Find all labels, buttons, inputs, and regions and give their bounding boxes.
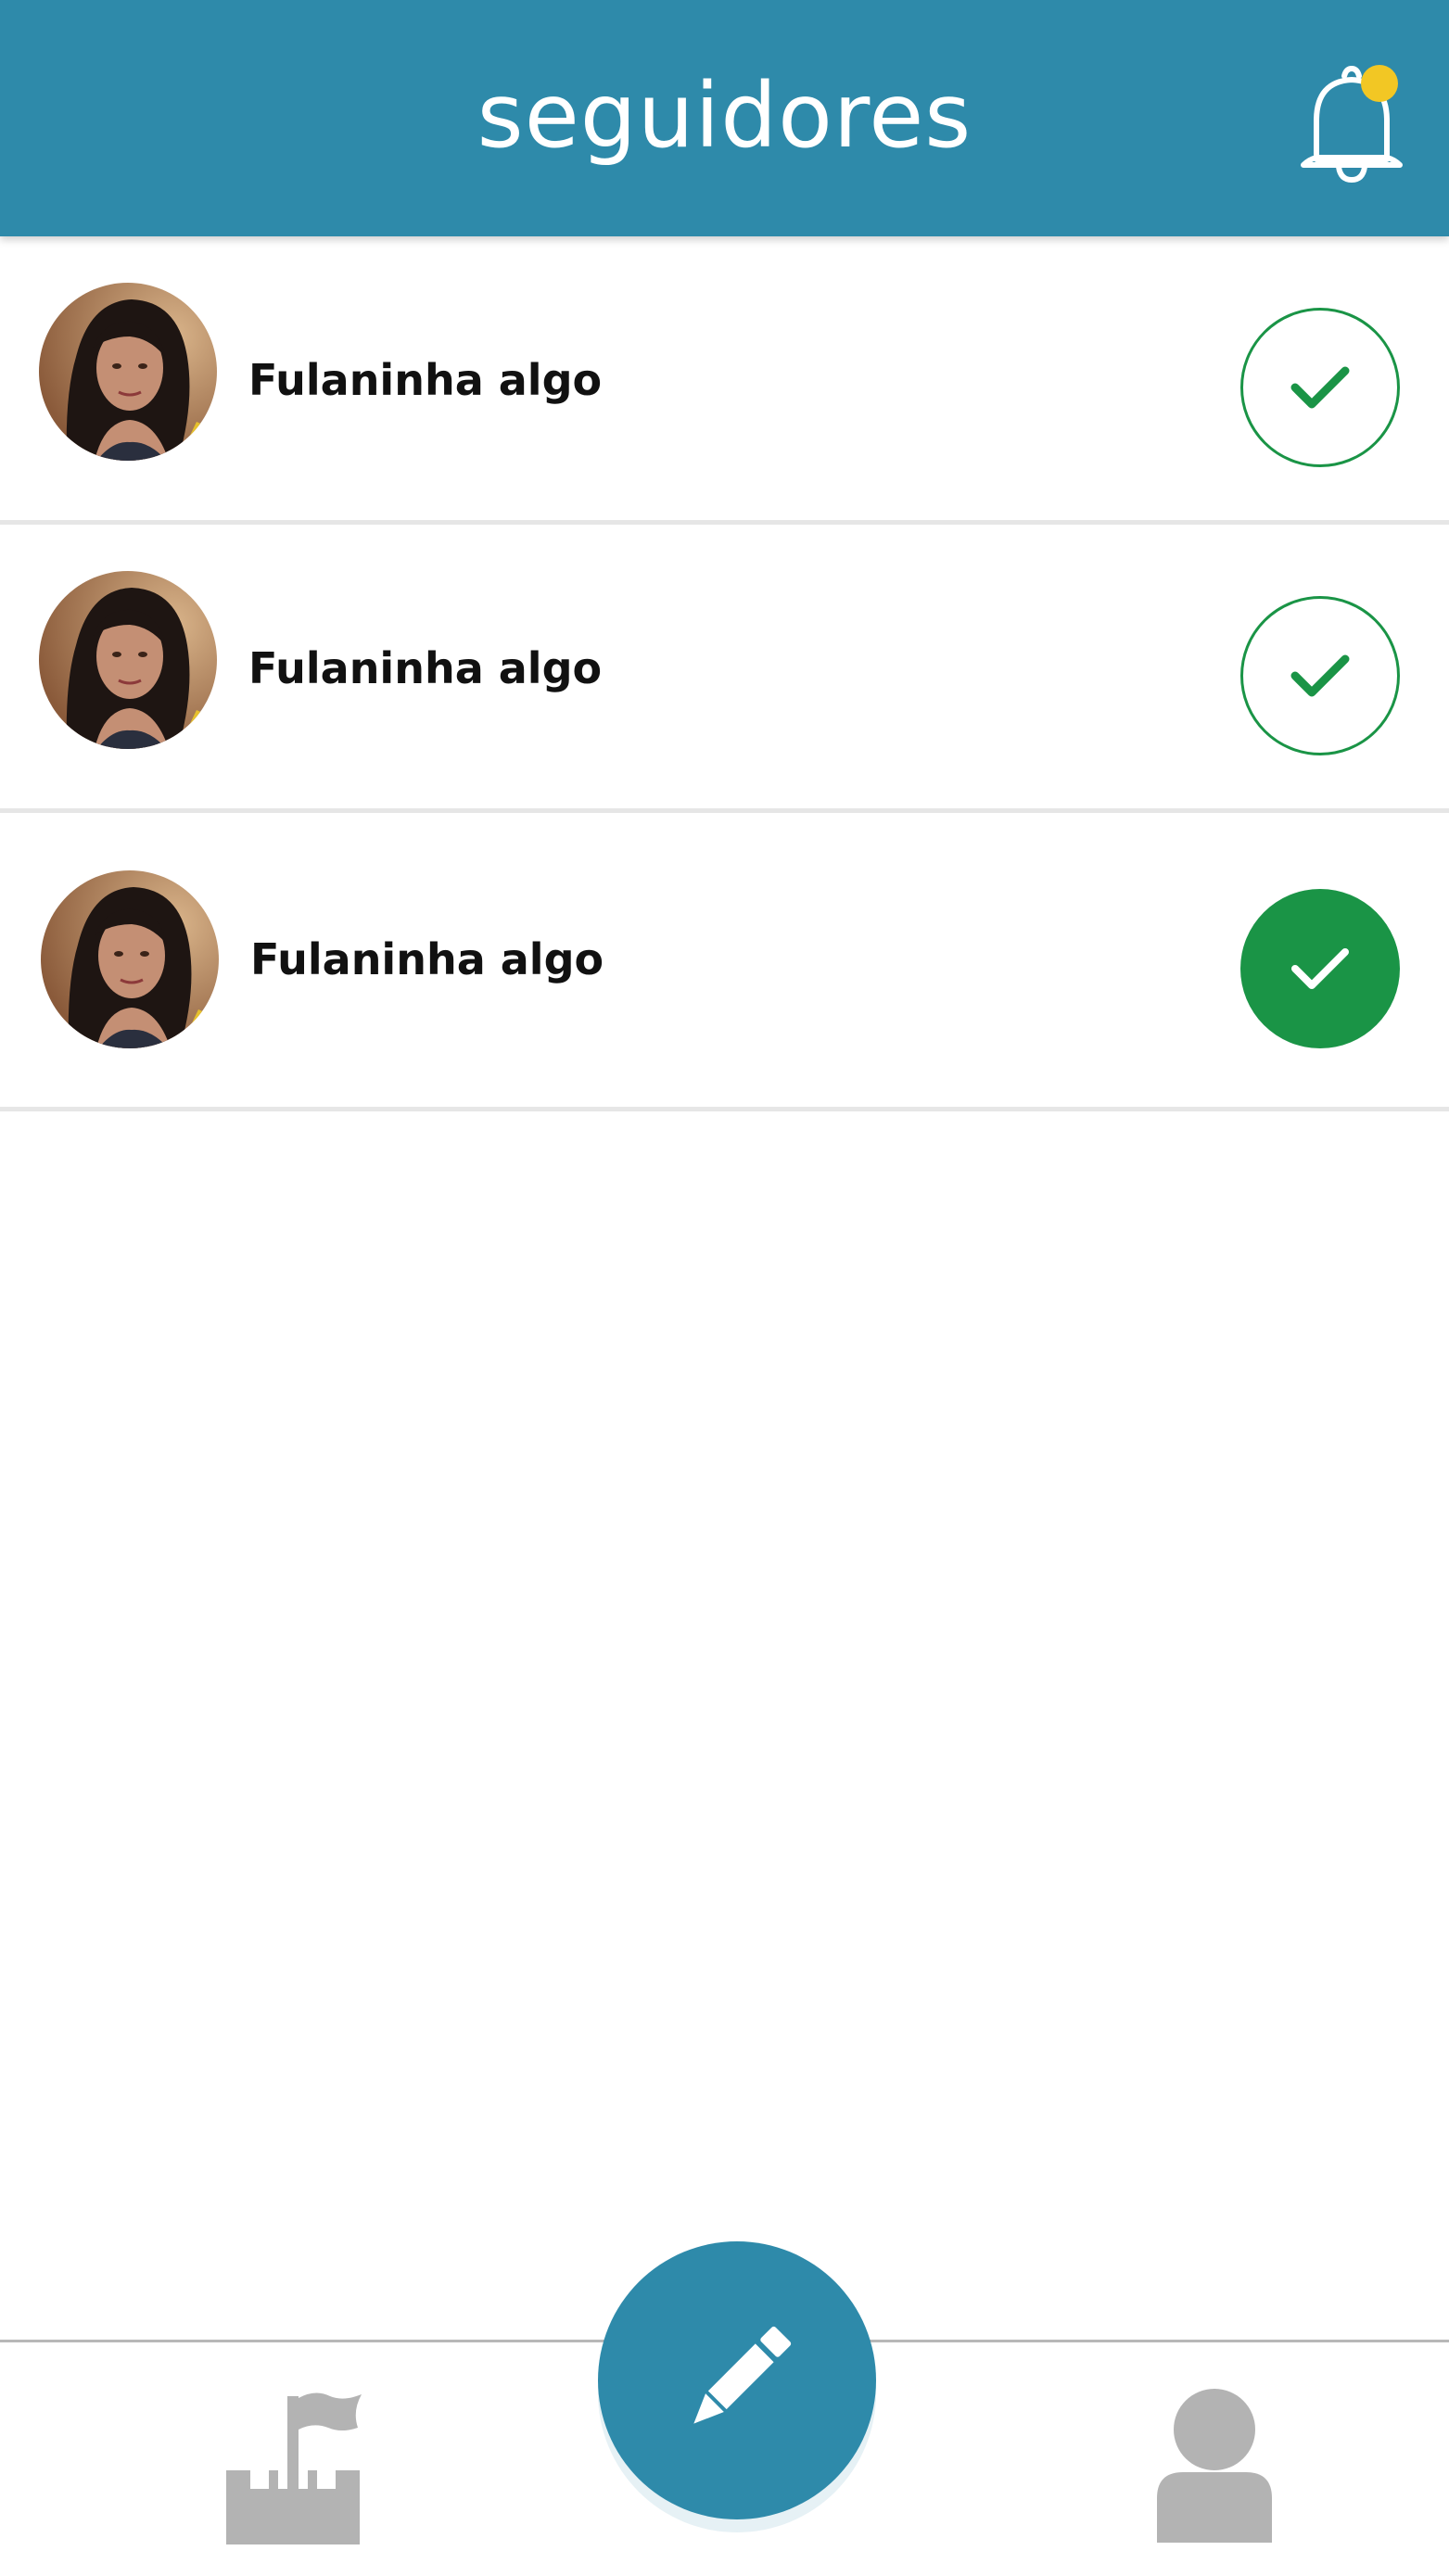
check-icon: [1290, 366, 1350, 409]
follower-name: Fulaninha algo: [248, 355, 603, 405]
user-icon[interactable]: [1150, 2387, 1279, 2544]
notification-dot: [1361, 65, 1398, 102]
accepted-check-button[interactable]: [1240, 889, 1400, 1048]
bell-icon[interactable]: [1289, 56, 1409, 185]
app-header: seguidores: [0, 0, 1449, 236]
list-item[interactable]: Fulaninha algo: [0, 236, 1449, 525]
avatar: [41, 870, 219, 1048]
page-title: seguidores: [477, 64, 972, 168]
followers-screen: seguidores Fulaninha algo Fulaninha algo…: [0, 0, 1449, 2576]
list-item[interactable]: Fulaninha algo: [0, 525, 1449, 813]
accept-check-button[interactable]: [1240, 596, 1400, 755]
follower-name: Fulaninha algo: [248, 643, 603, 693]
check-icon: [1291, 948, 1349, 989]
follower-name: Fulaninha algo: [250, 934, 604, 984]
check-icon: [1290, 654, 1350, 697]
pencil-icon: [693, 2326, 792, 2424]
compose-button[interactable]: [598, 2241, 876, 2519]
avatar: [39, 283, 217, 461]
accept-check-button[interactable]: [1240, 308, 1400, 467]
castle-flag-icon[interactable]: [222, 2387, 389, 2544]
followers-list: Fulaninha algo Fulaninha algo Fulaninha …: [0, 236, 1449, 1111]
list-item[interactable]: Fulaninha algo: [0, 813, 1449, 1111]
avatar: [39, 571, 217, 749]
